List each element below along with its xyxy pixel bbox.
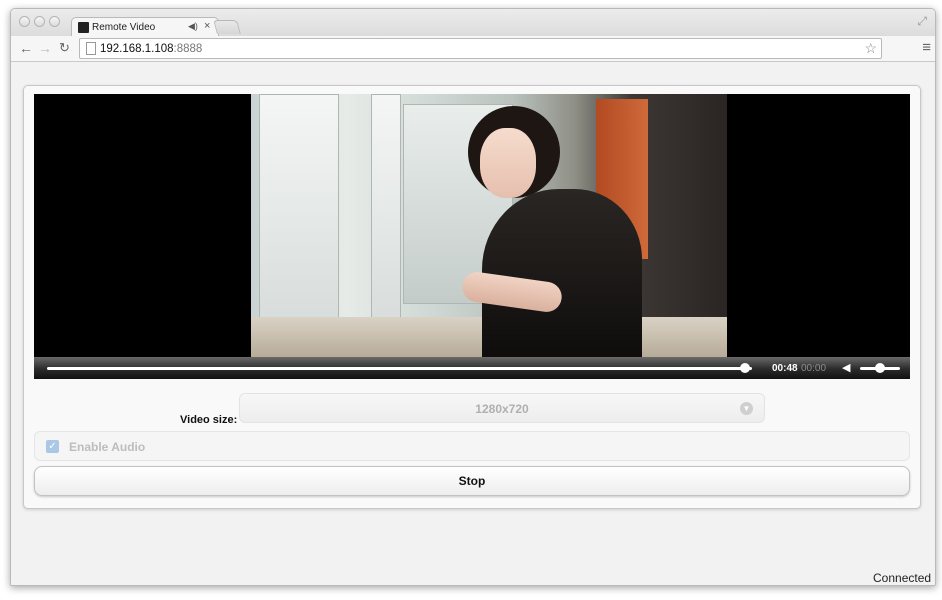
tab-close-button[interactable]: × (204, 20, 210, 32)
current-time: 00:48 (772, 363, 798, 374)
tab-audio-playing-icon: ◀) (188, 21, 198, 31)
video-player[interactable] (34, 94, 910, 357)
browser-toolbar: ← → ↻ 192.168.1.108:8888 ☆ ≡ (11, 36, 935, 62)
video-panel: 00:48 00:00 ◀ Video size: 1280x720 ▼ ✓ E… (23, 85, 921, 509)
fullscreen-icon[interactable]: ⤢ (917, 14, 927, 29)
bookmark-star-icon[interactable]: ☆ (864, 40, 877, 57)
seek-thumb[interactable] (739, 363, 750, 373)
url-port: :8888 (173, 43, 203, 55)
page-content: 00:48 00:00 ◀ Video size: 1280x720 ▼ ✓ E… (11, 62, 935, 585)
enable-audio-checkbox[interactable]: ✓ (46, 440, 59, 453)
address-bar[interactable]: 192.168.1.108:8888 ☆ (79, 38, 882, 59)
total-time: 00:00 (801, 363, 827, 374)
video-controls-bar: 00:48 00:00 ◀ (34, 357, 910, 379)
enable-audio-label: Enable Audio (69, 440, 146, 454)
page-icon (86, 42, 96, 55)
url-text: 192.168.1.108:8888 (100, 43, 202, 55)
seek-bar[interactable] (47, 367, 752, 370)
video-size-select[interactable]: 1280x720 ▼ (239, 393, 765, 423)
tab-favicon-icon (78, 22, 89, 33)
new-tab-button[interactable] (213, 20, 241, 34)
minimize-window-button[interactable] (34, 16, 45, 27)
tab-strip: Remote Video ◀) × ⤢ (11, 9, 935, 37)
enable-audio-row[interactable]: ✓ Enable Audio (34, 431, 910, 461)
connection-status: Connected (873, 571, 932, 585)
chevron-down-icon: ▼ (740, 402, 753, 415)
browser-window: Remote Video ◀) × ⤢ ← → ↻ 192.168.1.108:… (10, 8, 936, 586)
reload-button[interactable]: ↻ (59, 40, 70, 56)
video-frame-image (251, 94, 727, 357)
stop-button[interactable]: Stop (34, 466, 910, 496)
back-button[interactable]: ← (19, 40, 33, 56)
tab-title: Remote Video (92, 22, 156, 33)
volume-thumb[interactable] (875, 363, 885, 373)
tab-remote-video[interactable]: Remote Video ◀) × (71, 17, 219, 37)
zoom-window-button[interactable] (49, 16, 60, 27)
browser-menu-icon[interactable]: ≡ (922, 39, 931, 56)
volume-icon[interactable]: ◀ (842, 361, 850, 374)
url-host: 192.168.1.108 (100, 43, 174, 55)
video-size-value: 1280x720 (475, 402, 529, 416)
close-window-button[interactable] (19, 16, 30, 27)
forward-button[interactable]: → (38, 40, 52, 56)
video-size-label: Video size: (180, 414, 238, 426)
